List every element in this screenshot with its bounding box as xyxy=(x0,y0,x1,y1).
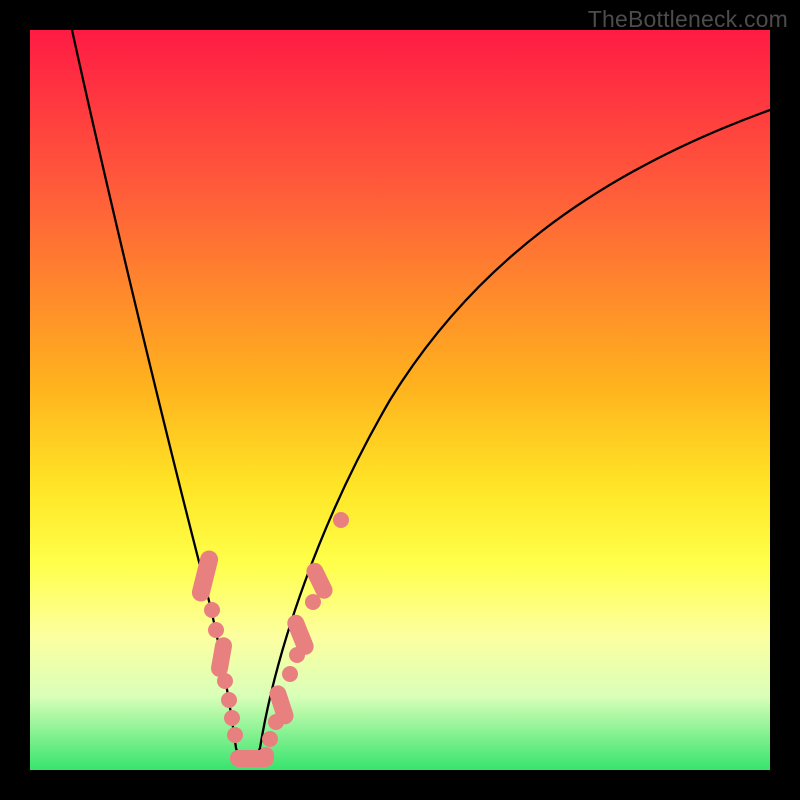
bottleneck-curve-svg xyxy=(30,30,770,770)
plot-area xyxy=(30,30,770,770)
marker-cluster-left xyxy=(190,549,243,743)
bottleneck-curve xyxy=(72,30,770,760)
marker-cluster-right xyxy=(262,512,349,747)
watermark-text: TheBottleneck.com xyxy=(588,6,788,33)
